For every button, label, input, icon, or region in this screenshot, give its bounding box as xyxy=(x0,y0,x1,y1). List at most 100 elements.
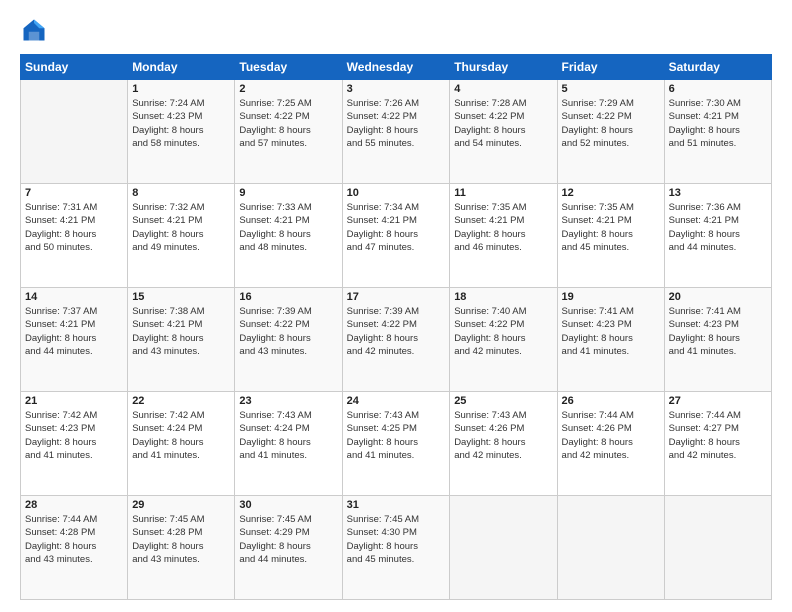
day-info: Sunrise: 7:45 AM Sunset: 4:29 PM Dayligh… xyxy=(239,513,337,566)
day-cell: 18 Sunrise: 7:40 AM Sunset: 4:22 PM Dayli… xyxy=(450,288,557,392)
day-info: Sunrise: 7:41 AM Sunset: 4:23 PM Dayligh… xyxy=(669,305,767,358)
day-number: 29 xyxy=(132,499,230,511)
day-info: Sunrise: 7:25 AM Sunset: 4:22 PM Dayligh… xyxy=(239,97,337,150)
day-info: Sunrise: 7:39 AM Sunset: 4:22 PM Dayligh… xyxy=(347,305,446,358)
weekday-tuesday: Tuesday xyxy=(235,55,342,80)
day-cell: 2Sunrise: 7:25 AM Sunset: 4:22 PM Daylig… xyxy=(235,80,342,184)
day-number: 25 xyxy=(454,395,552,407)
day-cell: 7 Sunrise: 7:31 AM Sunset: 4:21 PM Daylig… xyxy=(21,184,128,288)
weekday-sunday: Sunday xyxy=(21,55,128,80)
day-number: 9 xyxy=(239,187,337,199)
day-info: Sunrise: 7:37 AM Sunset: 4:21 PM Dayligh… xyxy=(25,305,123,358)
day-info: Sunrise: 7:31 AM Sunset: 4:21 PM Dayligh… xyxy=(25,201,123,254)
day-number: 12 xyxy=(562,187,660,199)
day-info: Sunrise: 7:42 AM Sunset: 4:24 PM Dayligh… xyxy=(132,409,230,462)
day-cell: 15 Sunrise: 7:38 AM Sunset: 4:21 PM Dayli… xyxy=(128,288,235,392)
day-info: Sunrise: 7:35 AM Sunset: 4:21 PM Dayligh… xyxy=(562,201,660,254)
day-number: 17 xyxy=(347,291,446,303)
day-cell: 28 Sunrise: 7:44 AM Sunset: 4:28 PM Dayli… xyxy=(21,496,128,600)
day-cell xyxy=(21,80,128,184)
day-cell: 29 Sunrise: 7:45 AM Sunset: 4:28 PM Dayli… xyxy=(128,496,235,600)
day-cell: 24 Sunrise: 7:43 AM Sunset: 4:25 PM Dayli… xyxy=(342,392,450,496)
day-cell xyxy=(557,496,664,600)
day-info: Sunrise: 7:36 AM Sunset: 4:21 PM Dayligh… xyxy=(669,201,767,254)
day-number: 5 xyxy=(562,83,660,95)
day-number: 20 xyxy=(669,291,767,303)
day-number: 21 xyxy=(25,395,123,407)
day-cell: 6Sunrise: 7:30 AM Sunset: 4:21 PM Daylig… xyxy=(664,80,771,184)
day-info: Sunrise: 7:32 AM Sunset: 4:21 PM Dayligh… xyxy=(132,201,230,254)
day-number: 1 xyxy=(132,83,230,95)
weekday-friday: Friday xyxy=(557,55,664,80)
logo xyxy=(20,16,52,44)
day-info: Sunrise: 7:45 AM Sunset: 4:28 PM Dayligh… xyxy=(132,513,230,566)
weekday-monday: Monday xyxy=(128,55,235,80)
day-number: 10 xyxy=(347,187,446,199)
day-cell: 20 Sunrise: 7:41 AM Sunset: 4:23 PM Dayli… xyxy=(664,288,771,392)
day-number: 23 xyxy=(239,395,337,407)
weekday-thursday: Thursday xyxy=(450,55,557,80)
day-info: Sunrise: 7:44 AM Sunset: 4:27 PM Dayligh… xyxy=(669,409,767,462)
day-cell: 8 Sunrise: 7:32 AM Sunset: 4:21 PM Daylig… xyxy=(128,184,235,288)
day-info: Sunrise: 7:24 AM Sunset: 4:23 PM Dayligh… xyxy=(132,97,230,150)
day-number: 19 xyxy=(562,291,660,303)
day-cell: 25 Sunrise: 7:43 AM Sunset: 4:26 PM Dayli… xyxy=(450,392,557,496)
day-cell: 17 Sunrise: 7:39 AM Sunset: 4:22 PM Dayli… xyxy=(342,288,450,392)
day-number: 6 xyxy=(669,83,767,95)
logo-icon xyxy=(20,16,48,44)
week-row-2: 14Sunrise: 7:37 AM Sunset: 4:21 PM Dayli… xyxy=(21,288,772,392)
week-row-4: 28 Sunrise: 7:44 AM Sunset: 4:28 PM Dayli… xyxy=(21,496,772,600)
day-number: 26 xyxy=(562,395,660,407)
day-number: 13 xyxy=(669,187,767,199)
day-info: Sunrise: 7:40 AM Sunset: 4:22 PM Dayligh… xyxy=(454,305,552,358)
day-cell: 3 Sunrise: 7:26 AM Sunset: 4:22 PM Daylig… xyxy=(342,80,450,184)
day-cell: 4 Sunrise: 7:28 AM Sunset: 4:22 PM Daylig… xyxy=(450,80,557,184)
day-number: 15 xyxy=(132,291,230,303)
day-info: Sunrise: 7:28 AM Sunset: 4:22 PM Dayligh… xyxy=(454,97,552,150)
day-number: 18 xyxy=(454,291,552,303)
day-info: Sunrise: 7:35 AM Sunset: 4:21 PM Dayligh… xyxy=(454,201,552,254)
day-info: Sunrise: 7:34 AM Sunset: 4:21 PM Dayligh… xyxy=(347,201,446,254)
day-info: Sunrise: 7:43 AM Sunset: 4:26 PM Dayligh… xyxy=(454,409,552,462)
day-cell: 19Sunrise: 7:41 AM Sunset: 4:23 PM Dayli… xyxy=(557,288,664,392)
day-number: 4 xyxy=(454,83,552,95)
day-cell: 14Sunrise: 7:37 AM Sunset: 4:21 PM Dayli… xyxy=(21,288,128,392)
day-number: 3 xyxy=(347,83,446,95)
day-info: Sunrise: 7:43 AM Sunset: 4:24 PM Dayligh… xyxy=(239,409,337,462)
weekday-header-row: SundayMondayTuesdayWednesdayThursdayFrid… xyxy=(21,55,772,80)
day-number: 28 xyxy=(25,499,123,511)
day-info: Sunrise: 7:44 AM Sunset: 4:28 PM Dayligh… xyxy=(25,513,123,566)
day-number: 16 xyxy=(239,291,337,303)
day-cell xyxy=(664,496,771,600)
header xyxy=(20,16,772,44)
day-info: Sunrise: 7:44 AM Sunset: 4:26 PM Dayligh… xyxy=(562,409,660,462)
day-number: 11 xyxy=(454,187,552,199)
day-number: 7 xyxy=(25,187,123,199)
day-cell: 26 Sunrise: 7:44 AM Sunset: 4:26 PM Dayli… xyxy=(557,392,664,496)
week-row-3: 21Sunrise: 7:42 AM Sunset: 4:23 PM Dayli… xyxy=(21,392,772,496)
day-info: Sunrise: 7:38 AM Sunset: 4:21 PM Dayligh… xyxy=(132,305,230,358)
day-cell: 10 Sunrise: 7:34 AM Sunset: 4:21 PM Dayli… xyxy=(342,184,450,288)
week-row-1: 7 Sunrise: 7:31 AM Sunset: 4:21 PM Daylig… xyxy=(21,184,772,288)
day-cell: 22Sunrise: 7:42 AM Sunset: 4:24 PM Dayli… xyxy=(128,392,235,496)
day-cell: 16Sunrise: 7:39 AM Sunset: 4:22 PM Dayli… xyxy=(235,288,342,392)
day-info: Sunrise: 7:33 AM Sunset: 4:21 PM Dayligh… xyxy=(239,201,337,254)
weekday-saturday: Saturday xyxy=(664,55,771,80)
week-row-0: 1 Sunrise: 7:24 AM Sunset: 4:23 PM Daylig… xyxy=(21,80,772,184)
day-cell: 30Sunrise: 7:45 AM Sunset: 4:29 PM Dayli… xyxy=(235,496,342,600)
day-cell: 11 Sunrise: 7:35 AM Sunset: 4:21 PM Dayli… xyxy=(450,184,557,288)
day-number: 24 xyxy=(347,395,446,407)
day-info: Sunrise: 7:29 AM Sunset: 4:22 PM Dayligh… xyxy=(562,97,660,150)
day-info: Sunrise: 7:45 AM Sunset: 4:30 PM Dayligh… xyxy=(347,513,446,566)
day-number: 8 xyxy=(132,187,230,199)
day-cell: 27Sunrise: 7:44 AM Sunset: 4:27 PM Dayli… xyxy=(664,392,771,496)
day-cell: 5 Sunrise: 7:29 AM Sunset: 4:22 PM Daylig… xyxy=(557,80,664,184)
day-cell: 9 Sunrise: 7:33 AM Sunset: 4:21 PM Daylig… xyxy=(235,184,342,288)
day-cell: 12 Sunrise: 7:35 AM Sunset: 4:21 PM Dayli… xyxy=(557,184,664,288)
day-number: 31 xyxy=(347,499,446,511)
calendar: SundayMondayTuesdayWednesdayThursdayFrid… xyxy=(20,54,772,600)
day-cell: 13 Sunrise: 7:36 AM Sunset: 4:21 PM Dayli… xyxy=(664,184,771,288)
day-cell: 31 Sunrise: 7:45 AM Sunset: 4:30 PM Dayli… xyxy=(342,496,450,600)
day-info: Sunrise: 7:43 AM Sunset: 4:25 PM Dayligh… xyxy=(347,409,446,462)
day-info: Sunrise: 7:26 AM Sunset: 4:22 PM Dayligh… xyxy=(347,97,446,150)
